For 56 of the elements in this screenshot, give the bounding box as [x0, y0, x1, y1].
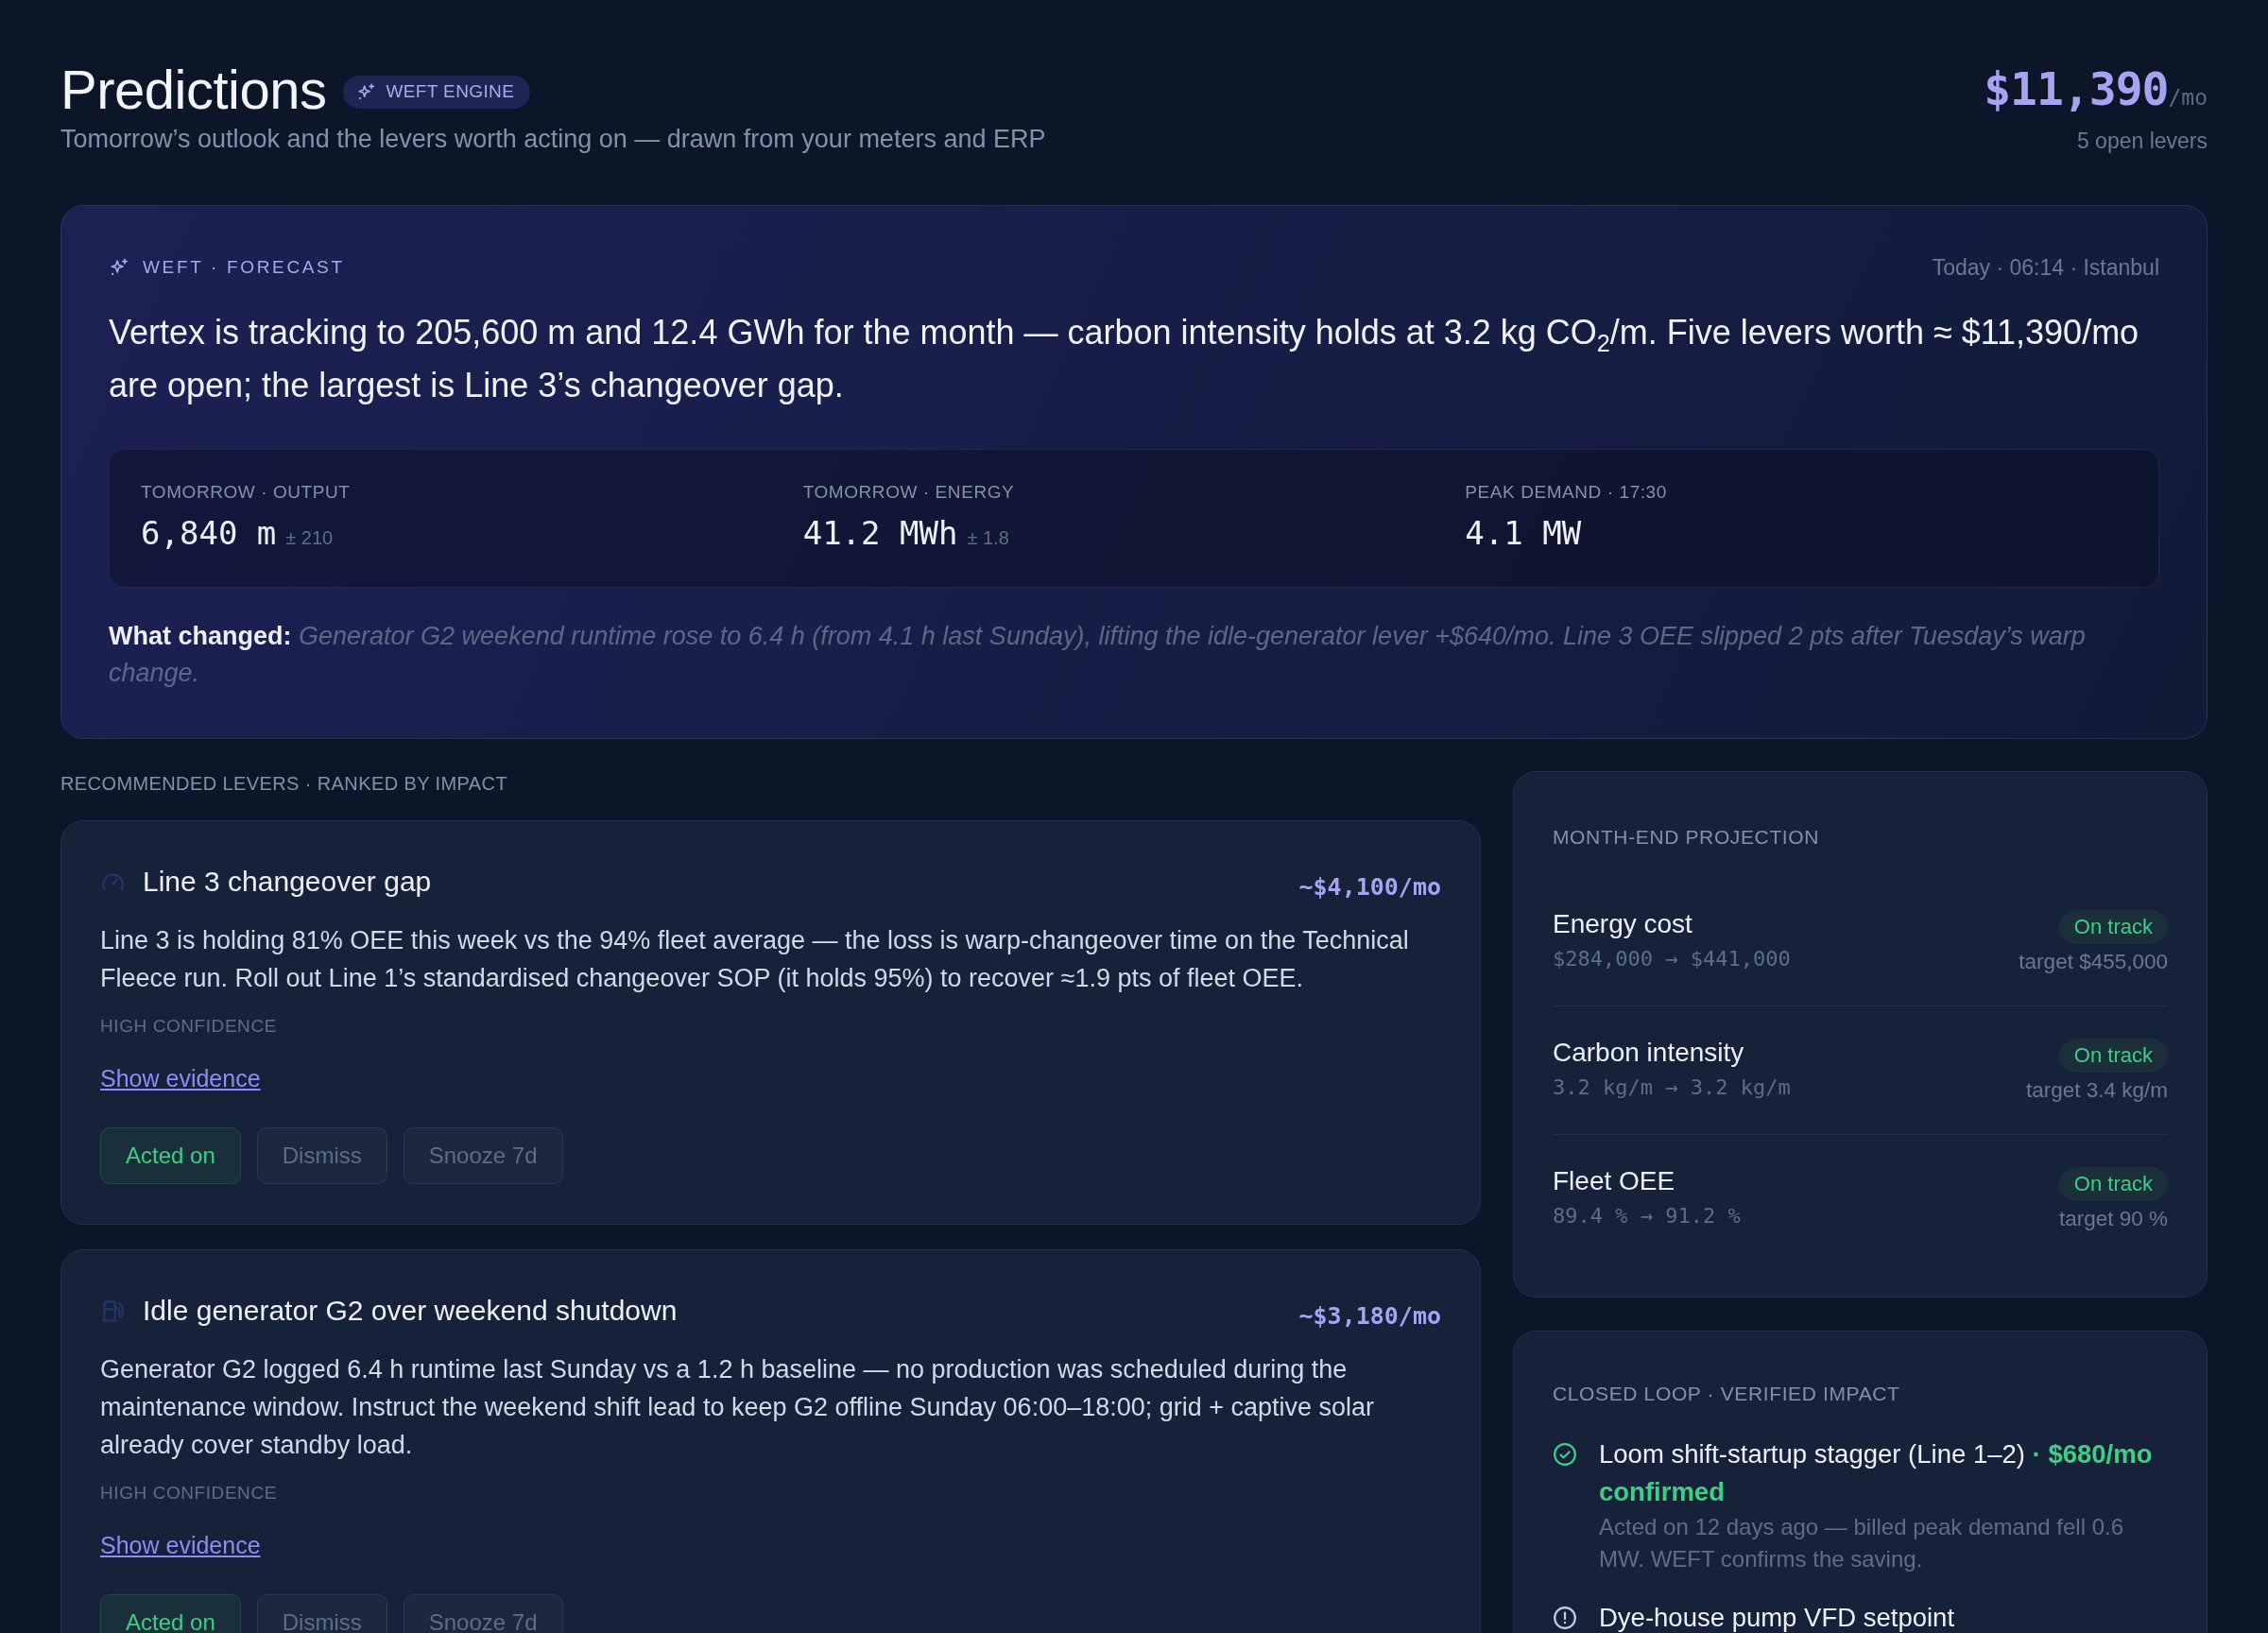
acted-on-button[interactable]: Acted on: [100, 1594, 241, 1633]
metric-projection: 89.4 % → 91.2 %: [1553, 1203, 1741, 1229]
metric-target: target $455,000: [2019, 949, 2168, 975]
lever-impact: ~$3,180/mo: [1298, 1301, 1441, 1330]
confidence-label: HIGH CONFIDENCE: [100, 1015, 278, 1038]
what-changed-note: What changed: Generator G2 weekend runtime rose to 6.4 h (from 4.1 h last Sunday), lifting the idle-generator lever +$640/mo. Line 3 OEE slipped 2 pts after Tuesday’s warp change.: [109, 621, 2087, 689]
stat-label: TOMORROW · OUTPUT: [141, 481, 352, 504]
lever-action-button[interactable]: Snooze 7d: [403, 1127, 563, 1184]
metric-target: target 90 %: [2058, 1206, 2168, 1232]
forecast-timestamp: Today · 06:14 · Istanbul: [1932, 254, 2159, 281]
metric-target: target 3.4 kg/m: [2025, 1077, 2168, 1104]
loop-item-title: Dye-house pump VFD setpoint: [1599, 1602, 1955, 1633]
status-badge: On track: [2058, 1167, 2168, 1201]
stat-value: 4.1 MW: [1465, 513, 1582, 554]
metric-projection: 3.2 kg/m → 3.2 kg/m: [1553, 1074, 1791, 1101]
savings-total: $11,390/mo: [1984, 62, 2208, 117]
check-circle-icon: [1553, 1442, 1577, 1467]
metric-projection: $284,000 → $441,000: [1553, 946, 1791, 972]
page-subtitle: Tomorrow’s outlook and the levers worth acting on — drawn from your meters and ERP: [60, 124, 1046, 155]
stat-label: TOMORROW · ENERGY: [802, 481, 1016, 504]
sparkle-icon: [109, 257, 129, 278]
stat-label: PEAK DEMAND · 17:30: [1465, 481, 1668, 504]
stat-value: 6,840 m: [141, 513, 277, 554]
open-levers-count: 5 open levers: [2076, 128, 2208, 155]
metric-label: Energy cost: [1553, 908, 1693, 940]
closed-loop-heading: CLOSED LOOP · VERIFIED IMPACT: [1553, 1382, 1901, 1406]
lever-description: Line 3 is holding 81% OEE this week vs the 94% fleet average — the loss is warp-changeover time on the Technical Fleece run. Roll out Line 1’s standardised changeover SOP (it holds 95%) to recover ≈1.9 pts of fleet OEE.: [100, 925, 1410, 994]
metric-label: Carbon intensity: [1553, 1037, 1745, 1069]
acted-on-button[interactable]: Acted on: [100, 1127, 241, 1184]
evidence-link[interactable]: Show evidence: [100, 1064, 261, 1092]
lever-description: Generator G2 logged 6.4 h runtime last Sunday vs a 1.2 h baseline — no production was scheduled during the maintenance window. Instruct the weekend shift lead to keep G2 offline Sunday 06:00–18:00; grid + captive solar already cover standby load.: [100, 1354, 1376, 1461]
status-badge: On track: [2058, 1039, 2168, 1073]
loop-item-title: Loom shift-startup stagger (Line 1–2) · $680/mo confirmed: [1599, 1438, 2154, 1508]
lever-action-button[interactable]: Dismiss: [256, 1594, 387, 1633]
levers-heading: RECOMMENDED LEVERS · RANKED BY IMPACT: [60, 772, 509, 796]
stat-value: 41.2 MWh: [802, 513, 958, 554]
alert-circle-icon: [1553, 1606, 1577, 1630]
forecast-label: WEFT · FORECAST: [143, 257, 345, 278]
sparkle-icon: [356, 81, 377, 102]
forecast-summary: Vertex is tracking to 205,600 m and 12.4 GWh for the month — carbon intensity holds at 3.2 kg CO$_{2}$/m. Five levers worth ≈ $11,390/mo are open; the largest is Line 3’s changeover gap.: [109, 312, 2140, 406]
lever-title: Idle generator G2 over weekend shutdown: [143, 1294, 679, 1328]
confidence-label: HIGH CONFIDENCE: [100, 1482, 278, 1504]
lever-title: Line 3 changeover gap: [143, 865, 433, 899]
projection-heading: MONTH-END PROJECTION: [1553, 825, 1821, 850]
page-title: Predictions: [60, 58, 327, 122]
lever-action-button[interactable]: Snooze 7d: [403, 1594, 563, 1633]
lever-action-button[interactable]: Dismiss: [256, 1127, 387, 1184]
lever-impact: ~$4,100/mo: [1298, 872, 1441, 901]
fuel-pump-icon: [100, 1298, 126, 1324]
status-badge: On track: [2058, 910, 2168, 944]
loop-item-note: Acted on 12 days ago — billed peak demand fell 0.6 MW. WEFT confirms the saving.: [1599, 1513, 2125, 1573]
metric-label: Fleet OEE: [1553, 1165, 1676, 1197]
engine-label: WEFT ENGINE: [386, 81, 515, 102]
evidence-link[interactable]: Show evidence: [100, 1531, 261, 1559]
stat-range: ± 210: [285, 527, 334, 549]
stat-range: ± 1.8: [967, 527, 1009, 549]
